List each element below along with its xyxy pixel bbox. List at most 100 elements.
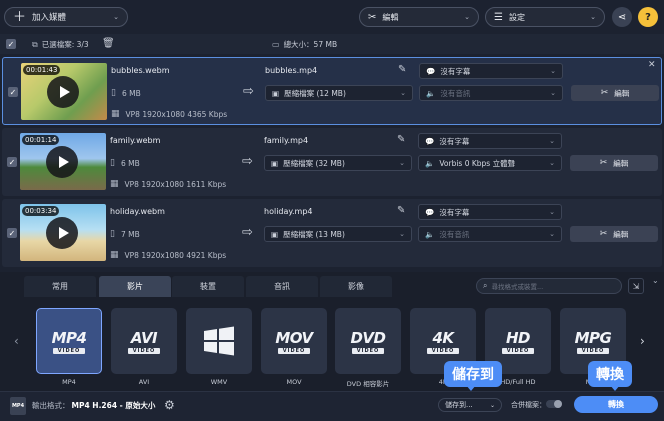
share-button[interactable]: ⋖ <box>612 7 632 27</box>
format-tile[interactable]: DVD VIDEO <box>335 308 401 374</box>
format-tab[interactable]: 裝置 <box>172 276 244 297</box>
format-tab[interactable]: 影像 <box>320 276 392 297</box>
select-all-checkbox[interactable]: ✓ <box>6 39 16 49</box>
rename-pencil-icon[interactable]: ✎ <box>397 134 405 145</box>
output-filename[interactable]: family.mp4 <box>264 136 308 145</box>
source-size-value: 6 MB <box>120 158 140 168</box>
format-tile[interactable] <box>186 308 252 374</box>
format-logo-subtext: VIDEO <box>277 347 311 354</box>
format-logo-subtext: VIDEO <box>501 347 535 354</box>
panel-collapse-button[interactable]: ⌄ <box>652 276 659 285</box>
convert-arrow-icon: ⇨ <box>242 225 253 240</box>
speaker-icon: 🔈 <box>425 229 435 239</box>
file-row[interactable]: ✓ 00:01:43 bubbles.webm ▯ 6 MB ▦ VP8 192… <box>2 57 662 125</box>
video-thumbnail[interactable]: 00:01:14 <box>20 133 106 190</box>
edit-menu-button[interactable]: ✂ 編輯 ⌄ <box>359 7 479 27</box>
subtitle-dropdown[interactable]: 💬 沒有字幕 ⌄ <box>419 63 563 79</box>
chevron-down-icon: ⌄ <box>549 230 555 238</box>
format-logo-text: DVD <box>350 328 386 347</box>
file-checkbox[interactable]: ✓ <box>8 87 18 97</box>
edit-file-label: 編輯 <box>613 229 629 239</box>
chevron-down-icon: ⌄ <box>400 89 406 97</box>
play-icon[interactable] <box>46 146 78 178</box>
file-row[interactable]: ✓ 00:03:34 holiday.webm ▯ 7 MB ▦ VP8 192… <box>2 199 662 267</box>
format-scroll-left-button[interactable]: ‹ <box>14 334 19 348</box>
settings-menu-label: 設定 <box>508 12 525 22</box>
merge-files-toggle[interactable] <box>546 400 562 408</box>
format-logo-text: HD <box>505 328 531 347</box>
add-media-button[interactable]: ＋ 加入媒體 ⌄ <box>4 7 128 27</box>
delete-selected-button[interactable]: 🗑 <box>102 38 115 49</box>
save-to-callout-text: 儲存到 <box>452 367 494 383</box>
source-codec: ▦ VP8 1920x1080 4921 Kbps <box>110 250 226 260</box>
compress-icon: ▣ <box>272 88 280 98</box>
rename-pencil-icon[interactable]: ✎ <box>398 64 406 75</box>
chevron-down-icon: ⌄ <box>113 13 119 21</box>
remove-file-button[interactable]: ✕ <box>648 60 656 70</box>
chevron-down-icon: ⌄ <box>549 137 555 145</box>
edit-file-button[interactable]: ✂ 編輯 <box>571 85 659 101</box>
audio-dropdown[interactable]: 🔈 沒有音訊 ⌄ <box>419 85 563 101</box>
total-size-indicator: ▭ 總大小：57 MB <box>272 39 337 50</box>
format-tile[interactable]: MP4 VIDEO <box>36 308 102 374</box>
format-tab[interactable]: 音訊 <box>246 276 318 297</box>
subtitle-dropdown[interactable]: 💬 沒有字幕 ⌄ <box>418 133 562 149</box>
output-format-label: 輸出格式： <box>32 401 70 410</box>
source-size-value: 7 MB <box>120 229 140 239</box>
edit-file-label: 編輯 <box>614 88 630 98</box>
format-scroll-right-button[interactable]: › <box>640 334 645 348</box>
chevron-down-icon: ⌄ <box>399 159 405 167</box>
output-settings-button[interactable]: ⚙ <box>164 398 175 412</box>
convert-button[interactable]: 轉換 <box>574 396 658 413</box>
subtitle-value: 沒有字幕 <box>439 136 470 146</box>
edit-file-button[interactable]: ✂ 編輯 <box>570 226 658 242</box>
output-size-dropdown[interactable]: ▣ 壓縮檔案 (12 MB) ⌄ <box>265 85 413 101</box>
duration-badge: 00:01:43 <box>23 65 61 75</box>
format-tile[interactable]: MOV VIDEO <box>261 308 327 374</box>
chevron-down-icon: ⌄ <box>549 159 555 167</box>
convert-label: 轉換 <box>608 400 624 409</box>
settings-menu-button[interactable]: ☰ 設定 ⌄ <box>485 7 605 27</box>
output-size-dropdown[interactable]: ▣ 壓縮檔案 (32 MB) ⌄ <box>264 155 412 171</box>
source-filename: family.webm <box>110 136 161 145</box>
play-icon[interactable] <box>47 76 79 108</box>
format-tab[interactable]: 影片 <box>99 276 171 297</box>
help-button[interactable]: ? <box>638 7 658 27</box>
source-size: ▯ 7 MB <box>110 229 140 239</box>
save-to-dropdown[interactable]: 儲存到... ⌄ <box>438 398 502 412</box>
format-tile-label: DVD 相容影片 <box>346 380 390 388</box>
audio-dropdown[interactable]: 🔈 沒有音訊 ⌄ <box>418 226 562 242</box>
rename-pencil-icon[interactable]: ✎ <box>397 205 405 216</box>
file-row[interactable]: ✓ 00:01:14 family.webm ▯ 6 MB ▦ VP8 1920… <box>2 128 662 196</box>
sliders-icon: ☰ <box>494 11 503 23</box>
play-icon[interactable] <box>46 217 78 249</box>
format-logo-subtext: VIDEO <box>52 347 86 354</box>
video-thumbnail[interactable]: 00:03:34 <box>20 204 106 261</box>
audio-dropdown[interactable]: 🔈 Vorbis 0 Kbps 立體聲 ⌄ <box>418 155 562 171</box>
file-icon: ▯ <box>110 158 115 168</box>
file-checkbox[interactable]: ✓ <box>7 228 17 238</box>
output-format[interactable]: 輸出格式： MP4 H.264 - 原始大小 <box>32 400 155 411</box>
file-checkbox[interactable]: ✓ <box>7 157 17 167</box>
edit-menu-label: 編輯 <box>382 12 399 22</box>
output-format-value: MP4 H.264 - 原始大小 <box>71 401 156 410</box>
custom-format-button[interactable]: ⇲ <box>628 278 644 294</box>
output-size-dropdown[interactable]: ▣ 壓縮檔案 (13 MB) ⌄ <box>264 226 412 242</box>
output-filename[interactable]: bubbles.mp4 <box>265 66 317 75</box>
format-tab[interactable]: 常用 <box>24 276 96 297</box>
scissors-icon: ✂ <box>599 229 608 239</box>
chevron-down-icon: ⌄ <box>550 67 556 75</box>
format-tile[interactable]: AVI VIDEO <box>111 308 177 374</box>
format-search-input[interactable]: ⌕ 尋找格式或裝置... <box>476 278 622 294</box>
file-icon: ▭ <box>272 40 280 49</box>
subtitle-dropdown[interactable]: 💬 沒有字幕 ⌄ <box>418 204 562 220</box>
scissors-icon: ✂ <box>368 11 377 23</box>
windows-logo-icon <box>204 326 234 356</box>
subtitle-icon: 💬 <box>425 207 435 217</box>
output-format-icon: MP4 <box>10 397 26 415</box>
source-filename: holiday.webm <box>110 207 165 216</box>
selected-count: 已選檔案: 3/3 <box>41 40 89 49</box>
edit-file-button[interactable]: ✂ 編輯 <box>570 155 658 171</box>
output-filename[interactable]: holiday.mp4 <box>264 207 313 216</box>
video-thumbnail[interactable]: 00:01:43 <box>21 63 107 120</box>
